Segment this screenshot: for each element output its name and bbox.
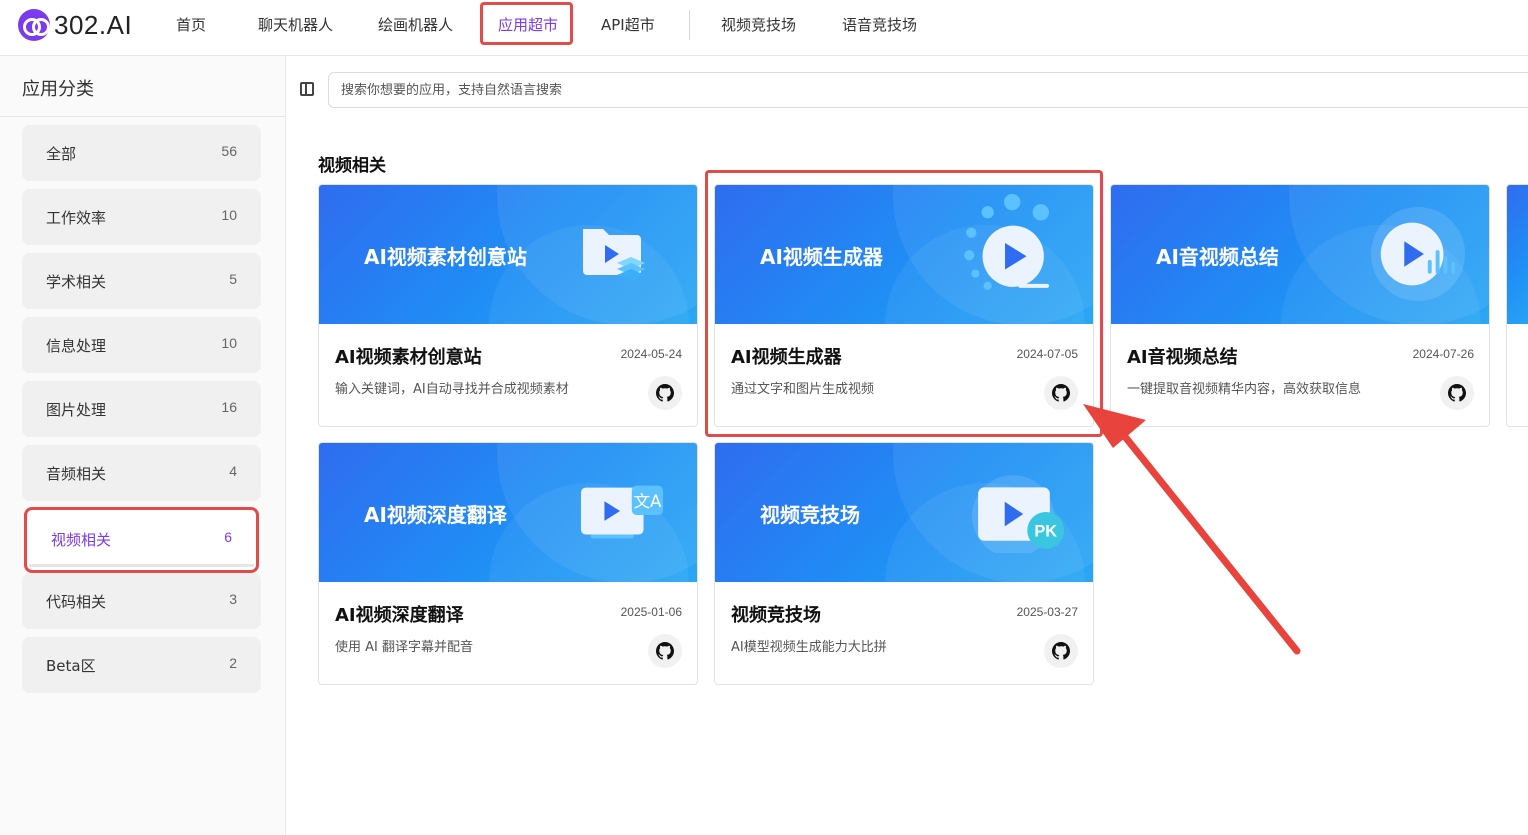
- card-description: AI模型视频生成能力大比拼: [731, 640, 887, 655]
- card-description: 使用 AI 翻译字幕并配音: [335, 640, 473, 655]
- banner-title: 视频竞技场: [760, 503, 860, 527]
- category-count: 10: [221, 335, 237, 351]
- logo-icon: [18, 9, 50, 41]
- category-label: 学术相关: [46, 273, 107, 291]
- category-label: 视频相关: [51, 531, 112, 549]
- sidebar-toggle-icon[interactable]: [300, 82, 314, 96]
- card-banner: AI音视频总结: [1111, 185, 1489, 324]
- category-count: 4: [229, 463, 237, 479]
- app-card-partial[interactable]: [1506, 184, 1528, 427]
- card-description: 输入关键词，AI自动寻找并合成视频素材: [335, 382, 569, 397]
- github-icon[interactable]: [1044, 634, 1078, 668]
- category-label: 音频相关: [46, 465, 107, 483]
- search-input[interactable]: [329, 73, 1528, 107]
- category-count: 56: [221, 143, 237, 159]
- category-label: 全部: [46, 145, 77, 163]
- app-card-video-translate[interactable]: AI视频深度翻译 文A AI视频深度翻译 2025-01-06 使用 AI 翻译…: [318, 442, 698, 685]
- card-title: AI视频深度翻译: [335, 605, 464, 626]
- category-label: 图片处理: [46, 401, 107, 419]
- category-label: 信息处理: [46, 337, 107, 355]
- nav-voice-arena[interactable]: 语音竞技场: [842, 14, 917, 35]
- category-code[interactable]: 代码相关 3: [22, 573, 261, 629]
- banner-title: AI视频素材创意站: [364, 245, 527, 269]
- card-title: AI音视频总结: [1127, 347, 1238, 368]
- card-banner: [1507, 185, 1528, 324]
- card-date: 2024-07-26: [1412, 347, 1474, 361]
- card-banner: AI视频素材创意站: [319, 185, 697, 324]
- banner-title: AI视频深度翻译: [364, 503, 507, 527]
- card-date: 2024-05-24: [620, 347, 682, 361]
- card-banner: 视频竞技场 PK: [715, 443, 1093, 582]
- card-highlight-box: [705, 170, 1103, 437]
- category-count: 2: [229, 655, 237, 671]
- svg-text:文A: 文A: [633, 492, 662, 511]
- category-count: 10: [221, 207, 237, 223]
- card-title: 视频竞技场: [731, 605, 821, 626]
- category-count: 5: [229, 271, 237, 287]
- brand-logo[interactable]: 302.AI: [18, 8, 132, 42]
- sidebar-divider: [0, 116, 285, 117]
- category-image[interactable]: 图片处理 16: [22, 381, 261, 437]
- card-title: AI视频素材创意站: [335, 347, 482, 368]
- logo-text: 302.AI: [54, 9, 133, 40]
- play-audio-icon: [1370, 206, 1466, 302]
- banner-title: AI音视频总结: [1156, 245, 1279, 269]
- nav-divider: [689, 10, 690, 40]
- nav-highlight-box: [480, 2, 573, 45]
- category-productivity[interactable]: 工作效率 10: [22, 189, 261, 245]
- video-pk-icon: PK: [971, 475, 1065, 553]
- nav-api-store[interactable]: API超市: [601, 14, 655, 35]
- nav-chat-bot[interactable]: 聊天机器人: [258, 14, 333, 35]
- category-underline: [29, 564, 254, 567]
- top-navbar: 302.AI 首页 聊天机器人 绘画机器人 应用超市 API超市 视频竞技场 语…: [0, 0, 1528, 56]
- app-card-video-material[interactable]: AI视频素材创意站 AI视频素材创意站 2024-05-24 输入关键词，AI自…: [318, 184, 698, 427]
- category-audio[interactable]: 音频相关 4: [22, 445, 261, 501]
- category-video[interactable]: 视频相关 6: [24, 507, 259, 573]
- nav-drawing-bot[interactable]: 绘画机器人: [378, 14, 453, 35]
- category-label: Beta区: [46, 657, 96, 675]
- app-search-box[interactable]: [328, 72, 1528, 108]
- folder-play-icon: [583, 229, 645, 281]
- app-card-av-summary[interactable]: AI音视频总结 AI音视频总结 2024-07-26 一键提取音视频精华内容，高…: [1110, 184, 1490, 427]
- category-sidebar: 应用分类 全部 56 工作效率 10 学术相关 5 信息处理 10 图片处理 1…: [0, 56, 286, 835]
- category-count: 16: [221, 399, 237, 415]
- nav-video-arena[interactable]: 视频竞技场: [721, 14, 796, 35]
- card-banner: AI视频深度翻译 文A: [319, 443, 697, 582]
- category-count: 3: [229, 591, 237, 607]
- github-icon[interactable]: [1440, 376, 1474, 410]
- svg-text:PK: PK: [1034, 523, 1057, 541]
- category-count: 6: [224, 529, 232, 545]
- category-information[interactable]: 信息处理 10: [22, 317, 261, 373]
- category-all[interactable]: 全部 56: [22, 125, 261, 181]
- app-card-video-arena[interactable]: 视频竞技场 PK 视频竞技场 2025-03-27 AI模型视频生成能力大比拼: [714, 442, 1094, 685]
- section-title: 视频相关: [318, 156, 386, 176]
- category-academic[interactable]: 学术相关 5: [22, 253, 261, 309]
- category-label: 工作效率: [46, 209, 107, 227]
- category-beta[interactable]: Beta区 2: [22, 637, 261, 693]
- video-translate-icon: 文A: [580, 485, 664, 539]
- card-date: 2025-01-06: [620, 605, 682, 619]
- category-label: 代码相关: [46, 593, 107, 611]
- github-icon[interactable]: [648, 634, 682, 668]
- github-icon[interactable]: [648, 376, 682, 410]
- card-date: 2025-03-27: [1016, 605, 1078, 619]
- sidebar-title: 应用分类: [22, 79, 94, 100]
- card-description: 一键提取音视频精华内容，高效获取信息: [1127, 382, 1362, 397]
- nav-home[interactable]: 首页: [176, 14, 206, 35]
